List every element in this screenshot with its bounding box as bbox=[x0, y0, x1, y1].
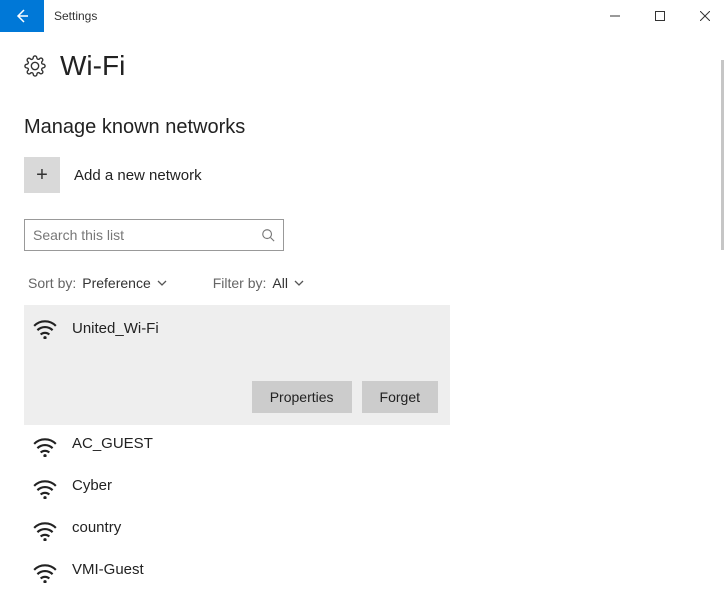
title-bar: Settings bbox=[0, 0, 727, 32]
page-header: Wi-Fi bbox=[24, 50, 703, 82]
filter-value: All bbox=[272, 275, 288, 291]
wifi-icon bbox=[32, 519, 58, 541]
scrollbar[interactable] bbox=[721, 60, 724, 250]
filter-by-dropdown[interactable]: Filter by: All bbox=[213, 275, 304, 291]
filter-label: Filter by: bbox=[213, 275, 267, 291]
page-title: Wi-Fi bbox=[60, 50, 125, 82]
properties-button[interactable]: Properties bbox=[252, 381, 352, 413]
gear-icon bbox=[24, 55, 46, 77]
network-row[interactable]: country bbox=[24, 509, 703, 551]
subheading: Manage known networks bbox=[24, 116, 703, 139]
chevron-down-icon bbox=[157, 280, 167, 286]
networks-list: United_Wi-Fi Properties Forget AC_GUEST bbox=[24, 305, 703, 593]
sort-value: Preference bbox=[82, 275, 150, 291]
close-button[interactable] bbox=[682, 0, 727, 32]
network-row[interactable]: AC_GUEST bbox=[24, 425, 703, 467]
add-network-row[interactable]: + Add a new network bbox=[24, 157, 703, 193]
chevron-down-icon bbox=[294, 280, 304, 286]
close-icon bbox=[700, 11, 710, 21]
sort-by-dropdown[interactable]: Sort by: Preference bbox=[28, 275, 167, 291]
search-icon bbox=[261, 228, 275, 242]
page-content: Wi-Fi Manage known networks + Add a new … bbox=[0, 32, 727, 600]
wifi-icon bbox=[32, 561, 58, 583]
network-name: Cyber bbox=[72, 477, 112, 494]
wifi-icon bbox=[32, 477, 58, 499]
forget-button[interactable]: Forget bbox=[362, 381, 438, 413]
maximize-button[interactable] bbox=[637, 0, 682, 32]
wifi-icon bbox=[32, 435, 58, 457]
network-name: VMI-Guest bbox=[72, 561, 144, 578]
network-row[interactable]: Cyber bbox=[24, 467, 703, 509]
back-arrow-icon bbox=[14, 8, 30, 24]
sort-label: Sort by: bbox=[28, 275, 76, 291]
window-title: Settings bbox=[44, 0, 97, 32]
wifi-icon bbox=[32, 317, 58, 339]
network-name: AC_GUEST bbox=[72, 435, 153, 452]
minimize-button[interactable] bbox=[592, 0, 637, 32]
network-row-selected[interactable]: United_Wi-Fi Properties Forget bbox=[24, 305, 450, 425]
filters-row: Sort by: Preference Filter by: All bbox=[24, 275, 703, 291]
minimize-icon bbox=[610, 11, 620, 21]
network-row[interactable]: VMI-Guest bbox=[24, 551, 703, 593]
add-network-label: Add a new network bbox=[74, 167, 202, 184]
back-button[interactable] bbox=[0, 0, 44, 32]
plus-icon: + bbox=[24, 157, 60, 193]
network-name: country bbox=[72, 519, 121, 536]
search-input[interactable] bbox=[33, 227, 261, 243]
search-box[interactable] bbox=[24, 219, 284, 251]
maximize-icon bbox=[655, 11, 665, 21]
network-name: United_Wi-Fi bbox=[72, 320, 159, 337]
